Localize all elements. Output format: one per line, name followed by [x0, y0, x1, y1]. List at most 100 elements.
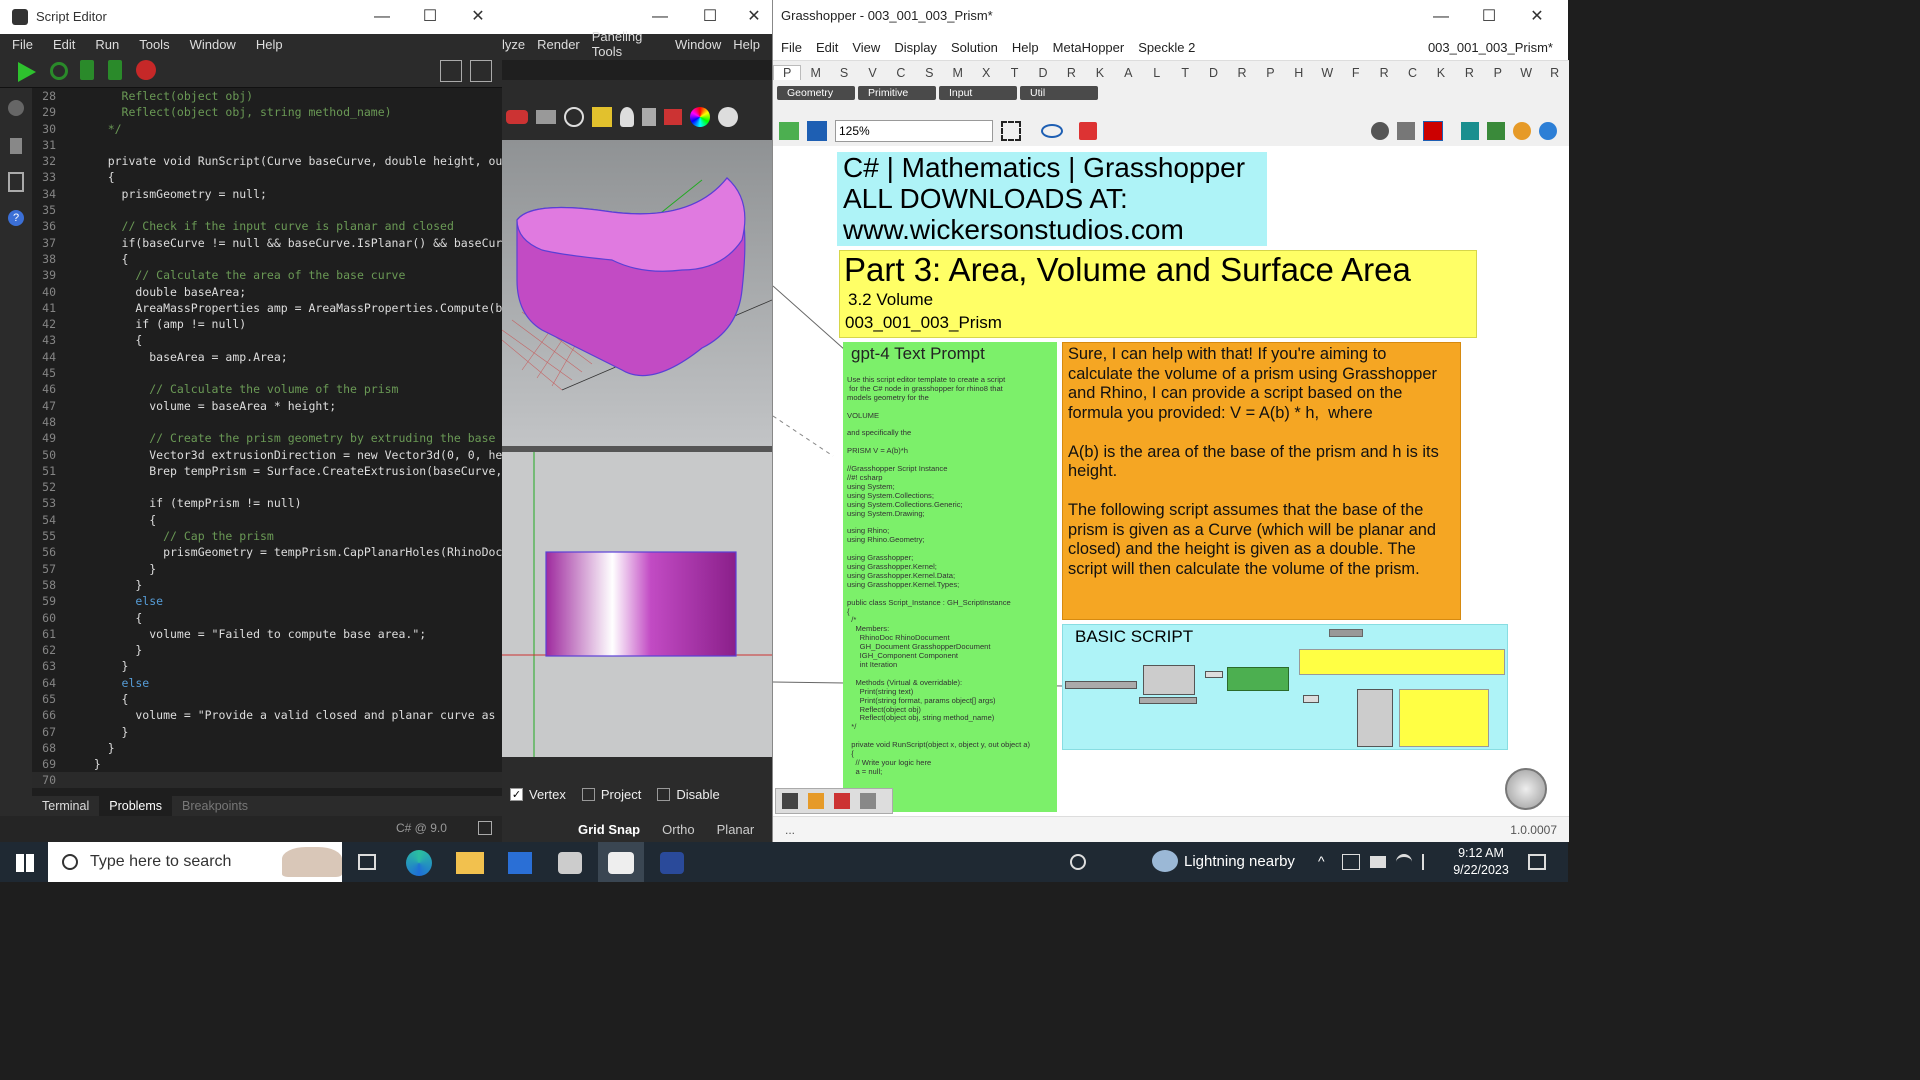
code-line[interactable]: 49 // Create the prism geometry by extru… — [32, 430, 502, 446]
canvas-compass-icon[interactable] — [1505, 768, 1547, 810]
code-line[interactable]: 56 prismGeometry = tempPrism.CapPlanarHo… — [32, 544, 502, 560]
display-sphere-icon[interactable] — [1539, 122, 1557, 140]
component-tab[interactable]: K — [1086, 66, 1114, 80]
code-line[interactable]: 36 // Check if the input curve is planar… — [32, 218, 502, 234]
category-primitive[interactable]: Primitive — [858, 86, 936, 100]
step-in-icon[interactable] — [80, 60, 94, 80]
relay-node[interactable] — [1205, 671, 1223, 678]
color-wheel-icon[interactable] — [690, 107, 710, 127]
component-tab[interactable]: T — [1171, 66, 1199, 80]
weather-icon[interactable] — [1152, 850, 1178, 872]
gh-maximize-button[interactable]: ☐ — [1465, 0, 1513, 34]
code-line[interactable]: 44 baseArea = amp.Area; — [32, 349, 502, 365]
code-line[interactable]: 66 volume = "Provide a valid closed and … — [32, 707, 502, 723]
menu-help[interactable]: Help — [733, 37, 760, 52]
help-icon[interactable]: ? — [8, 210, 24, 226]
component-tab[interactable]: R — [1370, 66, 1398, 80]
material-icon[interactable] — [1513, 122, 1531, 140]
volume-panel[interactable] — [1299, 649, 1505, 675]
code-line[interactable]: 48 — [32, 414, 502, 430]
component-tab[interactable]: D — [1199, 66, 1227, 80]
pen-icon[interactable] — [1422, 854, 1438, 870]
code-line[interactable]: 61 volume = "Failed to compute base area… — [32, 626, 502, 642]
component-tab[interactable]: R — [1228, 66, 1256, 80]
rhino-maximize-button[interactable]: ☐ — [688, 0, 732, 34]
rss-icon[interactable] — [808, 793, 824, 809]
wireframe-icon[interactable] — [1397, 122, 1415, 140]
code-line[interactable]: 68 } — [32, 740, 502, 756]
close-button[interactable]: ✕ — [454, 0, 502, 34]
code-line[interactable]: 58 } — [32, 577, 502, 593]
basic-script-group[interactable]: BASIC SCRIPT — [1062, 624, 1508, 750]
taskbar-search[interactable]: Type here to search — [48, 842, 342, 882]
component-tab[interactable]: R — [1057, 66, 1085, 80]
code-line[interactable]: 67 } — [32, 724, 502, 740]
code-line[interactable]: 31 — [32, 137, 502, 153]
gh-minimize-button[interactable]: — — [1417, 0, 1465, 34]
menu-help[interactable]: Help — [1012, 40, 1039, 55]
category-geometry[interactable]: Geometry — [777, 86, 855, 100]
sparkle-icon[interactable] — [592, 107, 612, 127]
prompt-group[interactable]: gpt-4 Text Prompt Use this script editor… — [843, 342, 1057, 812]
download-icon[interactable] — [782, 793, 798, 809]
component-tab[interactable]: M — [944, 66, 972, 80]
ortho-toggle[interactable]: Ortho — [662, 822, 695, 837]
menu-display[interactable]: Display — [894, 40, 937, 55]
menu-edit[interactable]: Edit — [816, 40, 838, 55]
edge-icon[interactable] — [406, 850, 432, 876]
command-line[interactable] — [502, 60, 772, 80]
menu-window[interactable]: Window — [675, 37, 721, 52]
menu-paneling-tools[interactable]: Paneling Tools — [592, 29, 663, 59]
file-explorer-icon[interactable] — [456, 852, 484, 874]
height-param[interactable] — [1143, 665, 1195, 695]
wifi-icon[interactable] — [1396, 854, 1412, 870]
preview-eye-icon[interactable] — [1041, 124, 1063, 138]
code-line[interactable]: 40 double baseArea; — [32, 284, 502, 300]
code-editor[interactable]: 28 Reflect(object obj) 29 Reflect(object … — [32, 88, 502, 788]
people-icon[interactable] — [1070, 854, 1086, 870]
component-tab[interactable]: P — [1256, 66, 1284, 80]
tab-problems[interactable]: Problems — [99, 796, 173, 816]
network-icon[interactable] — [1342, 854, 1360, 870]
code-line[interactable]: 33 { — [32, 169, 502, 185]
script-editor-app-icon[interactable] — [660, 852, 684, 874]
tab-breakpoints[interactable]: Breakpoints — [172, 796, 258, 816]
answer-group[interactable]: Sure, I can help with that! If you're ai… — [1062, 342, 1461, 620]
component-tab[interactable]: S — [830, 66, 858, 80]
render-sphere-icon[interactable] — [718, 107, 738, 127]
osnap-icon[interactable] — [564, 107, 584, 127]
code-line[interactable]: 34 prismGeometry = null; — [32, 186, 502, 202]
menu-run[interactable]: Run — [95, 37, 119, 52]
code-line[interactable]: 62 } — [32, 642, 502, 658]
menu-speckle[interactable]: Speckle 2 — [1138, 40, 1195, 55]
project-checkbox[interactable] — [581, 787, 595, 801]
component-tab[interactable]: C — [1398, 66, 1426, 80]
menu-solution[interactable]: Solution — [951, 40, 998, 55]
search-icon[interactable] — [8, 100, 24, 116]
menu-view[interactable]: View — [852, 40, 880, 55]
curve-param[interactable] — [1065, 681, 1137, 689]
category-input[interactable]: Input — [939, 86, 1017, 100]
maximize-button[interactable]: ☐ — [406, 0, 454, 34]
code-line[interactable]: 65 { — [32, 691, 502, 707]
lock-icon[interactable] — [642, 108, 656, 126]
markov-icon[interactable] — [834, 793, 850, 809]
code-line[interactable]: 63 } — [32, 658, 502, 674]
component-tab[interactable]: D — [1029, 66, 1057, 80]
console-toggle-icon[interactable] — [470, 60, 492, 82]
code-line[interactable]: 50 Vector3d extrusionDirection = new Vec… — [32, 447, 502, 463]
code-line[interactable]: 70 — [32, 772, 502, 788]
grid-snap-toggle[interactable]: Grid Snap — [578, 822, 640, 837]
component-tab[interactable]: W — [1512, 66, 1540, 80]
planar-toggle[interactable]: Planar — [717, 822, 755, 837]
code-line[interactable]: 37 if(baseCurve != null && baseCurve.IsP… — [32, 235, 502, 251]
sketch-icon[interactable] — [1079, 122, 1097, 140]
code-line[interactable]: 59 else — [32, 593, 502, 609]
run-icon[interactable] — [18, 62, 36, 82]
mesh-icon[interactable] — [1487, 122, 1505, 140]
tab-terminal[interactable]: Terminal — [32, 796, 99, 816]
code-line[interactable]: 29 Reflect(object obj, string method_nam… — [32, 104, 502, 120]
code-line[interactable]: 45 — [32, 365, 502, 381]
csharp-component[interactable] — [1227, 667, 1289, 691]
front-viewport[interactable] — [502, 452, 772, 757]
